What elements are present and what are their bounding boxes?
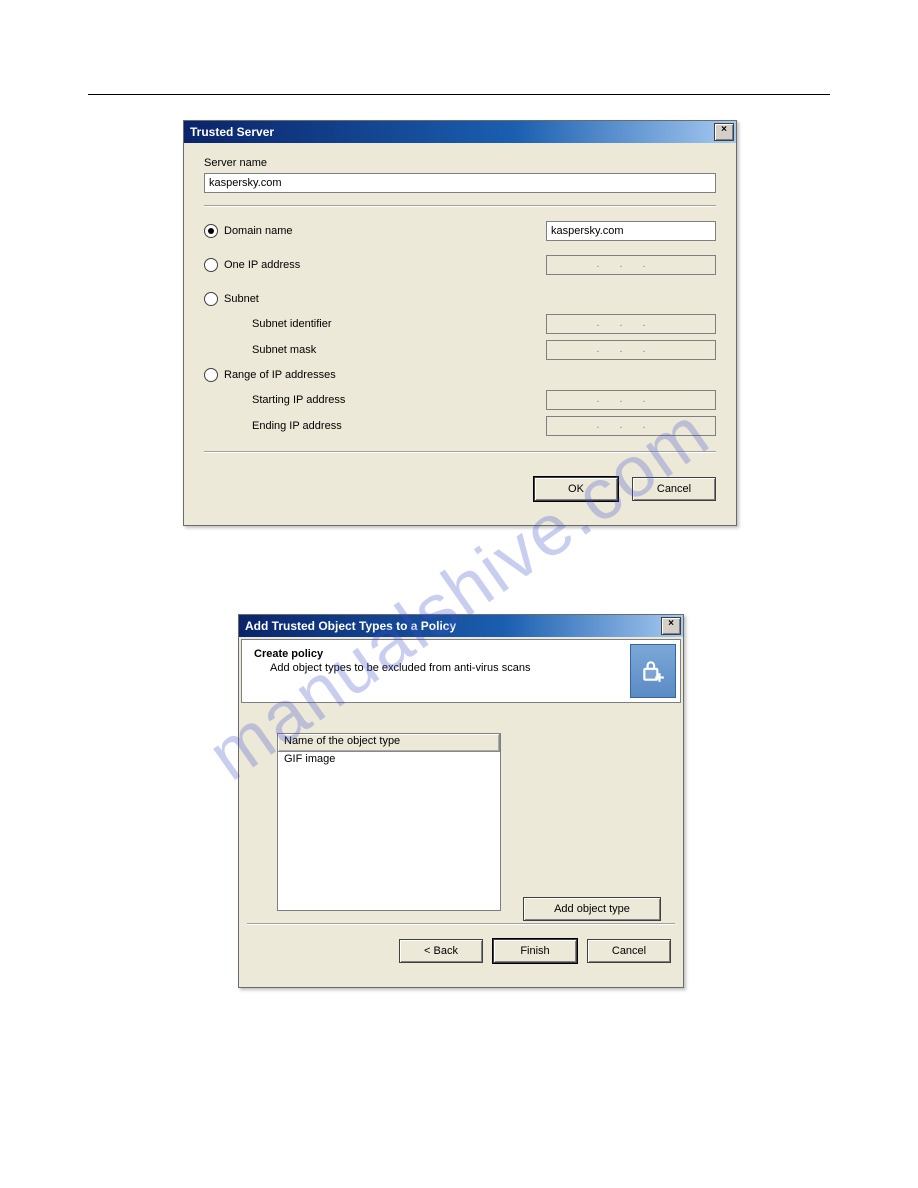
subnet-mask-label: Subnet mask — [204, 337, 506, 363]
radio-icon — [204, 224, 218, 238]
back-button[interactable]: < Back — [399, 939, 483, 963]
starting-ip-label: Starting IP address — [204, 387, 506, 413]
list-column-header[interactable]: Name of the object type — [278, 734, 500, 752]
ok-button[interactable]: OK — [534, 477, 618, 501]
radio-domain-name[interactable]: Domain name — [204, 219, 506, 243]
finish-button[interactable]: Finish — [493, 939, 577, 963]
one-ip-input[interactable]: ... — [546, 255, 716, 275]
trusted-server-dialog: Trusted Server × Server name Domain name — [183, 120, 737, 526]
radio-label: Subnet — [224, 293, 259, 305]
header-subtext: Add object types to be excluded from ant… — [254, 662, 614, 674]
starting-ip-input[interactable]: ... — [546, 390, 716, 410]
title-bar[interactable]: Trusted Server × — [184, 121, 736, 143]
radio-icon — [204, 368, 218, 382]
server-name-input[interactable] — [204, 173, 716, 193]
radio-icon — [204, 292, 218, 306]
title-bar[interactable]: Add Trusted Object Types to a Policy × — [239, 615, 683, 637]
radio-ip-range[interactable]: Range of IP addresses — [204, 363, 716, 387]
object-type-listbox[interactable]: Name of the object type GIF image — [277, 733, 501, 911]
page-top-divider — [88, 94, 830, 95]
domain-name-input[interactable] — [546, 221, 716, 241]
close-icon[interactable]: × — [714, 123, 734, 141]
subnet-identifier-input[interactable]: ... — [546, 314, 716, 334]
cancel-button[interactable]: Cancel — [632, 477, 716, 501]
cancel-button[interactable]: Cancel — [587, 939, 671, 963]
radio-label: One IP address — [224, 259, 300, 271]
subnet-identifier-label: Subnet identifier — [204, 311, 506, 337]
radio-subnet[interactable]: Subnet — [204, 287, 716, 311]
header-heading: Create policy — [254, 648, 614, 660]
section-divider — [204, 205, 716, 207]
radio-one-ip[interactable]: One IP address — [204, 253, 506, 277]
server-name-label: Server name — [204, 157, 716, 169]
header-panel: Create policy Add object types to be exc… — [241, 639, 681, 703]
close-icon[interactable]: × — [661, 617, 681, 635]
radio-label: Domain name — [224, 225, 292, 237]
dialog-title: Add Trusted Object Types to a Policy — [245, 619, 456, 633]
subnet-mask-input[interactable]: ... — [546, 340, 716, 360]
lock-plus-icon — [630, 644, 676, 698]
footer-divider — [204, 451, 716, 453]
add-trusted-object-types-dialog: Add Trusted Object Types to a Policy × C… — [238, 614, 684, 988]
ending-ip-label: Ending IP address — [204, 413, 506, 439]
add-object-type-button[interactable]: Add object type — [523, 897, 661, 921]
radio-icon — [204, 258, 218, 272]
ending-ip-input[interactable]: ... — [546, 416, 716, 436]
list-item[interactable]: GIF image — [278, 752, 500, 766]
dialog-title: Trusted Server — [190, 125, 274, 139]
radio-label: Range of IP addresses — [224, 369, 336, 381]
